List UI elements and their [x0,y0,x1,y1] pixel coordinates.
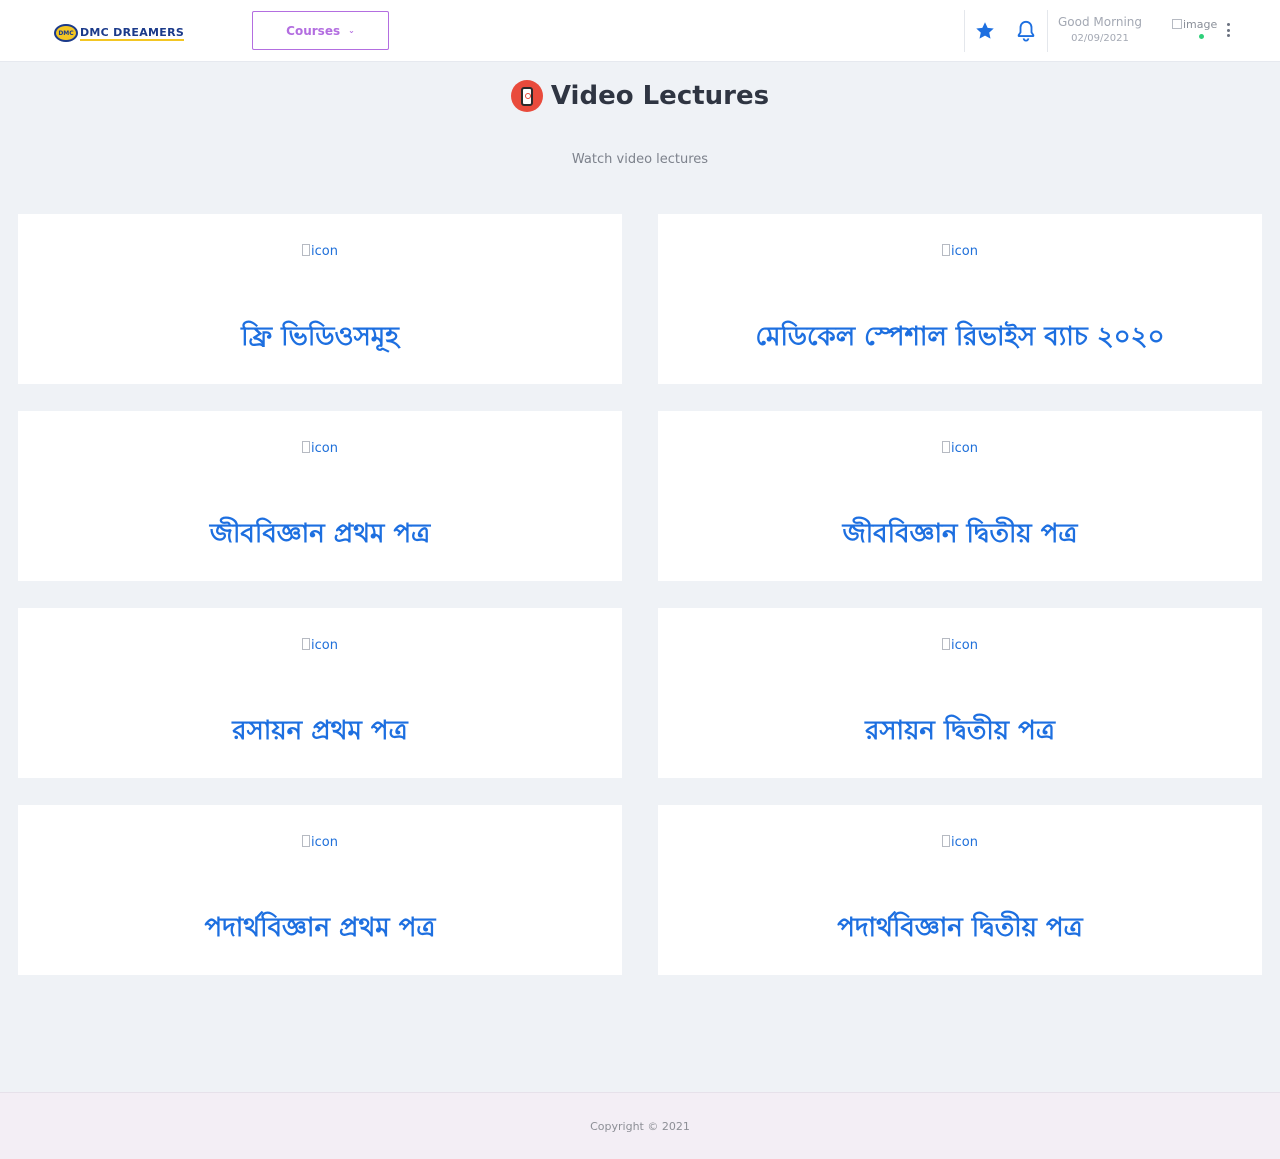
course-title: মেডিকেল স্পেশাল রিভাইস ব্যাচ ২০২০ [755,322,1165,352]
avatar-alt-text: image [1183,18,1218,31]
course-title: জীববিজ্ঞান দ্বিতীয় পত্র [842,519,1078,549]
broken-image-icon [302,441,311,453]
copyright-text: Copyright © 2021 [590,1119,690,1133]
course-card[interactable]: icon পদার্থবিজ্ঞান প্রথম পত্র [18,805,622,975]
broken-image-icon [302,835,311,847]
logo-badge-text: DMC [58,29,74,37]
course-title: পদার্থবিজ্ঞান প্রথম পত্র [204,913,436,943]
course-title: জীববিজ্ঞান প্রথম পত্র [209,519,431,549]
course-title: রসায়ন দ্বিতীয় পত্র [865,716,1055,746]
course-title: রসায়ন প্রথম পত্র [232,716,408,746]
course-card[interactable]: icon রসায়ন দ্বিতীয় পত্র [658,608,1262,778]
chevron-down-icon: ⌄ [348,26,355,35]
course-title: ফ্রি ভিডিওসমূহ [241,322,399,352]
course-card[interactable]: icon রসায়ন প্রথম পত্র [18,608,622,778]
footer: Copyright © 2021 [0,1092,1280,1159]
course-icon: icon [658,244,1262,259]
icon-alt-text: icon [311,244,338,259]
divider [1047,10,1048,52]
logo-text: DMC DREAMERS [80,25,185,41]
notification-bell-icon[interactable] [1015,19,1037,43]
favorites-star-icon[interactable] [974,20,996,42]
courses-label: Courses [286,23,341,38]
courses-dropdown-button[interactable]: Courses ⌄ [252,11,389,50]
user-avatar[interactable]: image [1172,18,1222,38]
broken-image-icon [942,244,951,256]
course-card[interactable]: icon মেডিকেল স্পেশাল রিভাইস ব্যাচ ২০২০ [658,214,1262,384]
page-title: Video Lectures [550,81,770,111]
course-icon: icon [18,638,622,653]
course-icon: icon [18,441,622,456]
icon-alt-text: icon [311,638,338,653]
broken-image-icon [942,638,951,650]
course-icon: icon [658,638,1262,653]
course-card[interactable]: icon পদার্থবিজ্ঞান দ্বিতীয় পত্র [658,805,1262,975]
icon-alt-text: icon [951,441,978,456]
broken-image-icon [1172,19,1182,29]
course-icon: icon [18,835,622,850]
greeting-block: Good Morning 02/09/2021 [1054,15,1146,44]
page-header: Video Lectures [0,80,1280,112]
online-status-dot [1199,34,1204,39]
broken-image-icon [942,441,951,453]
icon-alt-text: icon [951,835,978,850]
icon-alt-text: icon [311,441,338,456]
broken-image-icon [302,638,311,650]
course-card[interactable]: icon জীববিজ্ঞান দ্বিতীয় পত্র [658,411,1262,581]
greeting-date: 02/09/2021 [1071,33,1129,44]
divider [964,10,965,52]
course-card[interactable]: icon জীববিজ্ঞান প্রথম পত্র [18,411,622,581]
course-icon: icon [18,244,622,259]
course-icon: icon [658,441,1262,456]
greeting-text: Good Morning [1058,15,1142,29]
course-title: পদার্থবিজ্ঞান দ্বিতীয় পত্র [837,913,1083,943]
more-options-icon[interactable] [1222,21,1234,39]
broken-image-icon [942,835,951,847]
brand-logo[interactable]: DMC DMC DREAMERS [54,23,185,43]
top-navbar: DMC DMC DREAMERS Courses ⌄ Good Morning … [0,0,1280,62]
mobile-video-icon [510,80,543,112]
icon-alt-text: icon [951,244,978,259]
page-subtitle: Watch video lectures [571,152,709,167]
course-card[interactable]: icon ফ্রি ভিডিওসমূহ [18,214,622,384]
course-icon: icon [658,835,1262,850]
logo-badge-icon: DMC [54,24,78,42]
course-card-grid: icon ফ্রি ভিডিওসমূহ icon মেডিকেল স্পেশাল… [18,214,1262,975]
broken-image-icon [302,244,311,256]
icon-alt-text: icon [311,835,338,850]
icon-alt-text: icon [951,638,978,653]
